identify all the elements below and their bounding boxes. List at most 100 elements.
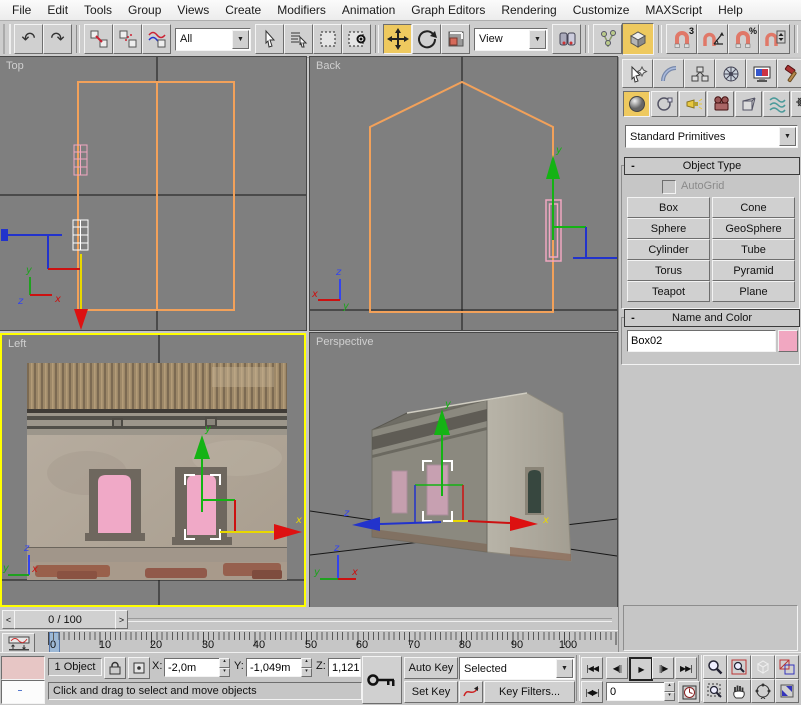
- tab-hierarchy[interactable]: [684, 59, 715, 88]
- next-frame-button[interactable]: ||▶: [652, 657, 674, 679]
- menu-graph-editors[interactable]: Graph Editors: [403, 0, 493, 20]
- time-slider-next-button[interactable]: >: [115, 610, 128, 629]
- open-mini-curve-editor-button[interactable]: [2, 633, 35, 653]
- viewport-perspective[interactable]: Perspective: [310, 333, 617, 607]
- snaps-toggle-3d-icon[interactable]: 3: [666, 24, 697, 54]
- menu-help[interactable]: Help: [710, 0, 751, 20]
- toolbar-grip[interactable]: [3, 24, 11, 54]
- box-button[interactable]: Box: [627, 197, 710, 218]
- name-color-rollout-header[interactable]: - Name and Color: [624, 309, 800, 327]
- subtab-systems[interactable]: [791, 91, 801, 117]
- x-coordinate-input[interactable]: [165, 659, 222, 676]
- set-key-button[interactable]: Set Key: [404, 681, 458, 703]
- teapot-button[interactable]: Teapot: [627, 281, 710, 302]
- window-crossing-icon[interactable]: [342, 24, 371, 54]
- selection-lock-toggle[interactable]: [104, 657, 126, 679]
- tab-motion[interactable]: [715, 59, 746, 88]
- select-object-icon[interactable]: [255, 24, 284, 54]
- key-mode-toggle-button[interactable]: |◀▶|: [581, 681, 603, 703]
- x-coordinate-spinner[interactable]: ▴▾: [219, 658, 230, 677]
- auto-key-button[interactable]: Auto Key: [404, 657, 458, 679]
- selected-window-box-wireframe[interactable]: [73, 220, 88, 250]
- menu-create[interactable]: Create: [217, 0, 269, 20]
- dropdown-arrow-icon[interactable]: ▼: [232, 30, 249, 49]
- subtab-helpers[interactable]: [735, 91, 762, 117]
- unlink-selection-icon[interactable]: [113, 24, 142, 54]
- select-and-move-icon[interactable]: [383, 24, 412, 54]
- cube-toggle-icon[interactable]: [622, 23, 654, 55]
- menu-edit[interactable]: Edit: [39, 0, 76, 20]
- autogrid-checkbox[interactable]: [662, 180, 676, 194]
- menu-modifiers[interactable]: Modifiers: [269, 0, 334, 20]
- time-configuration-button[interactable]: [678, 681, 700, 703]
- go-to-start-button[interactable]: |◀◀: [581, 657, 603, 679]
- select-by-name-icon[interactable]: [284, 24, 313, 54]
- y-coordinate-spinner[interactable]: ▴▾: [301, 658, 312, 677]
- menu-tools[interactable]: Tools: [76, 0, 120, 20]
- z-coordinate-input[interactable]: [329, 659, 361, 676]
- viewport-back[interactable]: Back y z x y: [310, 57, 617, 330]
- subtab-lights[interactable]: [679, 91, 706, 117]
- dropdown-arrow-icon[interactable]: ▼: [556, 659, 573, 678]
- select-and-manipulate-icon[interactable]: [593, 24, 622, 54]
- house-wireframe-top[interactable]: [78, 82, 234, 310]
- maxscript-listener-pane[interactable]: [1, 680, 45, 704]
- zoom-button[interactable]: [703, 655, 727, 679]
- category-dropdown[interactable]: Standard Primitives ▼: [625, 125, 798, 148]
- previous-frame-button[interactable]: ◀||: [606, 657, 628, 679]
- undo-icon[interactable]: ↶: [14, 24, 43, 54]
- time-slider-track[interactable]: [128, 618, 612, 622]
- current-frame-spinner[interactable]: ▴▾: [664, 682, 675, 701]
- maximize-viewport-toggle-button[interactable]: [775, 679, 799, 703]
- menu-rendering[interactable]: Rendering: [493, 0, 564, 20]
- go-to-end-button[interactable]: ▶▶|: [675, 657, 697, 679]
- arc-rotate-button[interactable]: [751, 679, 775, 703]
- menu-group[interactable]: Group: [120, 0, 169, 20]
- zoom-region-button[interactable]: [703, 679, 727, 703]
- current-frame-field[interactable]: [606, 682, 665, 701]
- window-box-wireframe-pink[interactable]: [74, 145, 87, 175]
- key-filters-button[interactable]: Key Filters...: [484, 681, 575, 703]
- y-coordinate-input[interactable]: [247, 659, 304, 676]
- reference-coordinate-system-dropdown[interactable]: View ▼: [474, 28, 548, 51]
- subtab-spacewarps[interactable]: [763, 91, 790, 117]
- helper-wireframe-blue[interactable]: [1, 229, 81, 269]
- helper-wireframe-blue-back[interactable]: [573, 227, 617, 258]
- torus-button[interactable]: Torus: [627, 260, 710, 281]
- redo-icon[interactable]: ↷: [43, 24, 72, 54]
- time-slider-thumb[interactable]: 0 / 100: [14, 610, 116, 629]
- cone-button[interactable]: Cone: [712, 197, 795, 218]
- tab-utilities[interactable]: [777, 59, 801, 88]
- menu-animation[interactable]: Animation: [334, 0, 403, 20]
- cylinder-button[interactable]: Cylinder: [627, 239, 710, 260]
- set-keys-button[interactable]: [362, 656, 402, 704]
- angle-snap-toggle-icon[interactable]: [697, 24, 728, 54]
- subtab-shapes[interactable]: [651, 91, 678, 117]
- viewport-left[interactable]: Left: [0, 333, 306, 607]
- pyramid-button[interactable]: Pyramid: [712, 260, 795, 281]
- tube-button[interactable]: Tube: [712, 239, 795, 260]
- x-coordinate-field[interactable]: [164, 658, 220, 677]
- sphere-button[interactable]: Sphere: [627, 218, 710, 239]
- house-model[interactable]: [372, 393, 571, 561]
- spinner-snap-toggle-icon[interactable]: [759, 24, 790, 54]
- use-pivot-point-center-icon[interactable]: [552, 24, 581, 54]
- select-and-rotate-icon[interactable]: [412, 24, 441, 54]
- selection-set-dropdown[interactable]: Selected ▼: [459, 657, 575, 680]
- dropdown-arrow-icon[interactable]: ▼: [529, 30, 546, 49]
- dropdown-arrow-icon[interactable]: ▼: [779, 127, 796, 146]
- object-name-field[interactable]: [627, 330, 776, 352]
- move-gizmo-top[interactable]: [74, 254, 88, 330]
- default-in-out-tangents-button[interactable]: [459, 681, 483, 703]
- zoom-all-button[interactable]: [727, 655, 751, 679]
- object-color-swatch[interactable]: [778, 330, 798, 352]
- subtab-cameras[interactable]: [707, 91, 734, 117]
- bind-to-space-warp-icon[interactable]: [142, 24, 171, 54]
- subtab-geometry[interactable]: [623, 91, 650, 117]
- menu-maxscript[interactable]: MAXScript: [637, 0, 710, 20]
- current-frame-input[interactable]: [607, 683, 667, 700]
- rectangular-selection-region-icon[interactable]: [313, 24, 342, 54]
- geosphere-button[interactable]: GeoSphere: [712, 218, 795, 239]
- tab-modify[interactable]: [653, 59, 684, 88]
- menu-file[interactable]: File: [4, 0, 39, 20]
